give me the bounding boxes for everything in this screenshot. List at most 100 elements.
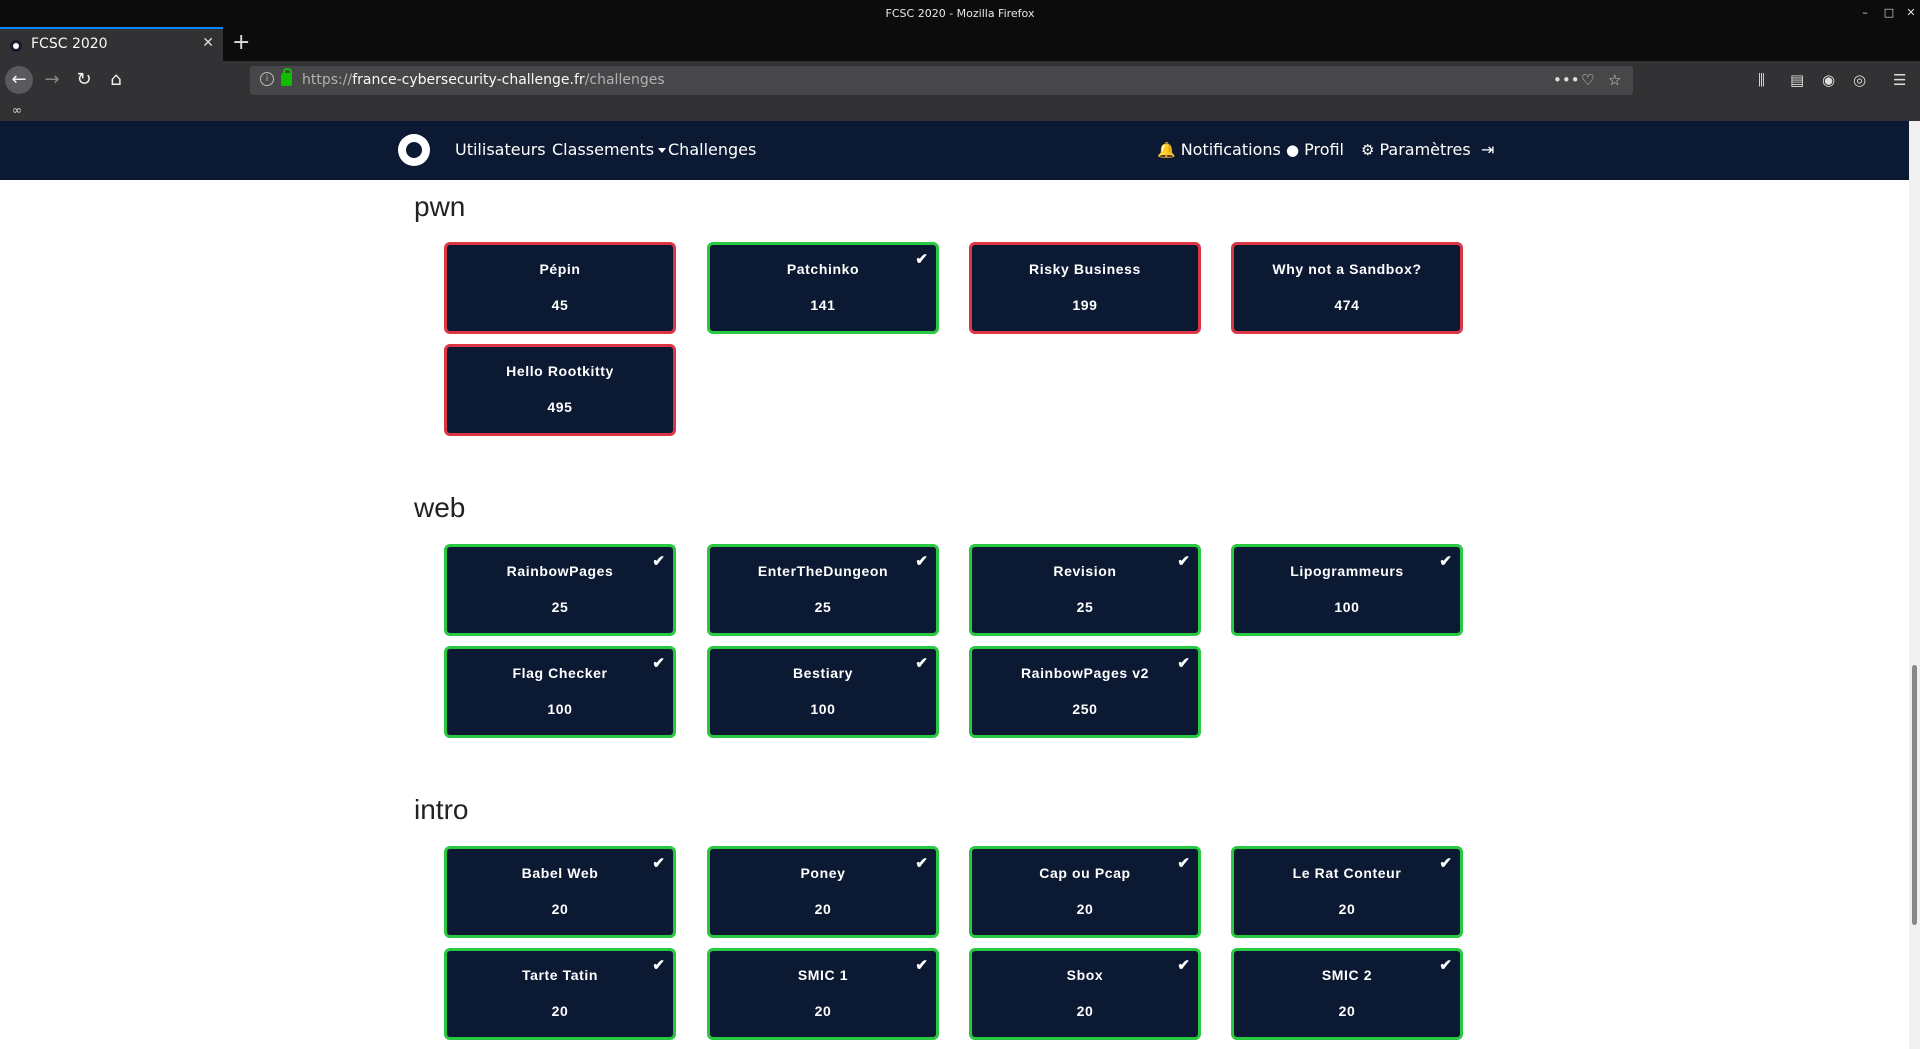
close-window-icon[interactable]: ✕ [1904,6,1918,20]
challenge-card[interactable]: ✔ Patchinko 141 [707,242,939,334]
challenge-card[interactable]: ✔ Babel Web 20 [444,846,676,938]
challenge-card[interactable]: ✔ Lipogrammeurs 100 [1231,544,1463,636]
challenge-card[interactable]: ✔ Cap ou Pcap 20 [969,846,1201,938]
challenge-name: Sbox [1066,967,1104,983]
page-scrollbar[interactable] [1909,121,1920,1049]
category-title-intro: intro [414,794,469,825]
challenge-card[interactable]: ✔ Bestiary 100 [707,646,939,738]
url-bar[interactable]: i https://france-cybersecurity-challenge… [250,66,1633,95]
challenge-points: 20 [814,901,832,917]
navigation-toolbar: ← → ↻ ⌂ i https://france-cybersecurity-c… [0,61,1920,100]
challenge-name: Babel Web [521,865,599,881]
challenge-card[interactable]: Why not a Sandbox? 474 [1231,242,1463,334]
challenge-points: 199 [1072,297,1098,313]
challenge-name: SMIC 2 [1321,967,1373,983]
forward-arrow-icon[interactable]: → [38,66,66,94]
challenge-name: Cap ou Pcap [1039,865,1131,881]
tab-fcsc[interactable]: FCSC 2020 ✕ [0,27,223,61]
window-titlebar: FCSC 2020 - Mozilla Firefox – □ ✕ [0,0,1920,27]
challenge-points: 100 [810,701,836,717]
challenge-card[interactable]: ✔ Le Rat Conteur 20 [1231,846,1463,938]
challenge-name: Revision [1053,563,1117,579]
url-text[interactable]: https://france-cybersecurity-challenge.f… [302,72,665,88]
library-icon[interactable]: ⫼ [1758,71,1765,89]
menu-icon[interactable]: ☰ [1893,71,1906,89]
challenge-points: 495 [547,399,573,415]
category-title-pwn: pwn [414,191,466,222]
web-page: Utilisateurs Classements Challenges 🔔 Not… [0,121,1909,1049]
challenge-points: 20 [1076,901,1094,917]
scrollbar-thumb[interactable] [1912,665,1917,925]
challenge-points: 25 [551,599,569,615]
tab-strip: FCSC 2020 ✕ + [0,27,1920,61]
challenge-name: SMIC 1 [797,967,849,983]
account-icon[interactable]: ◉ [1822,71,1835,89]
challenge-name: Le Rat Conteur [1292,865,1402,881]
maximize-icon[interactable]: □ [1882,6,1896,20]
challenge-points: 20 [1076,1003,1094,1019]
challenge-card[interactable]: ✔ Revision 25 [969,544,1201,636]
challenge-card[interactable]: Hello Rootkitty 495 [444,344,676,436]
challenge-card[interactable]: ✔ RainbowPages 25 [444,544,676,636]
minimize-icon[interactable]: – [1858,6,1872,20]
challenge-points: 20 [1338,901,1356,917]
lock-icon[interactable] [281,68,292,86]
home-icon[interactable]: ⌂ [102,66,130,94]
challenge-card[interactable]: ✔ Poney 20 [707,846,939,938]
window-title: FCSC 2020 - Mozilla Firefox [885,7,1035,20]
challenge-name: Risky Business [1029,261,1141,277]
bell-icon: 🔔 [1157,141,1176,159]
nav-notifications-link[interactable]: 🔔 Notifications [1157,140,1281,159]
challenge-name: Flag Checker [512,665,608,681]
challenge-card[interactable]: ✔ Tarte Tatin 20 [444,948,676,1040]
user-circle-icon: ● [1286,141,1300,159]
challenge-card[interactable]: ✔ EnterTheDungeon 25 [707,544,939,636]
challenge-name: Hello Rootkitty [506,363,614,379]
pocket-icon[interactable]: ♡ [1581,71,1594,89]
close-tab-icon[interactable]: ✕ [202,35,214,51]
nav-rankings-dropdown[interactable]: Classements [552,140,667,159]
nav-users-link[interactable]: Utilisateurs [455,140,546,159]
challenge-name: RainbowPages [506,563,614,579]
challenge-points: 250 [1072,701,1098,717]
challenge-points: 20 [814,1003,832,1019]
fcsc-favicon-icon [10,40,22,52]
bookmark-star-icon[interactable]: ☆ [1608,71,1621,89]
challenge-points: 20 [551,901,569,917]
challenge-name: Pépin [539,261,581,277]
back-arrow-icon[interactable]: ← [5,66,33,94]
logout-icon[interactable]: ⇥ [1481,140,1494,159]
globe-icon[interactable]: ◎ [1853,71,1866,89]
challenge-card[interactable]: ✔ SMIC 2 20 [1231,948,1463,1040]
challenge-name: Tarte Tatin [521,967,599,983]
challenge-name: Bestiary [792,665,854,681]
challenge-name: RainbowPages v2 [1020,665,1150,681]
challenge-card[interactable]: ✔ Sbox 20 [969,948,1201,1040]
challenge-card[interactable]: ✔ Flag Checker 100 [444,646,676,738]
challenge-name: Why not a Sandbox? [1272,261,1422,277]
challenge-name: EnterTheDungeon [757,563,889,579]
site-navbar: Utilisateurs Classements Challenges 🔔 Not… [0,121,1909,180]
reload-icon[interactable]: ↻ [70,66,98,94]
site-info-icon[interactable]: i [260,72,274,86]
fcsc-logo-icon[interactable] [398,134,430,166]
page-actions-icon[interactable]: ••• [1553,71,1580,89]
category-title-web: web [414,492,466,523]
nav-settings-link[interactable]: ⚙ Paramètres [1361,140,1471,159]
challenge-points: 100 [547,701,573,717]
challenge-name: Lipogrammeurs [1290,563,1404,579]
sidebar-icon[interactable]: ▤ [1790,71,1804,89]
challenge-points: 100 [1334,599,1360,615]
challenge-card[interactable]: Pépin 45 [444,242,676,334]
challenge-card[interactable]: ✔ RainbowPages v2 250 [969,646,1201,738]
challenge-card[interactable]: Risky Business 199 [969,242,1201,334]
caret-down-icon [658,148,667,153]
challenge-points: 45 [551,297,569,313]
challenge-points: 20 [551,1003,569,1019]
nav-challenges-link[interactable]: Challenges [668,140,756,159]
challenge-card[interactable]: ✔ SMIC 1 20 [707,948,939,1040]
challenge-points: 25 [1076,599,1094,615]
nav-profile-link[interactable]: ● Profil [1286,140,1344,159]
challenge-points: 25 [814,599,832,615]
new-tab-icon[interactable]: + [232,30,250,55]
